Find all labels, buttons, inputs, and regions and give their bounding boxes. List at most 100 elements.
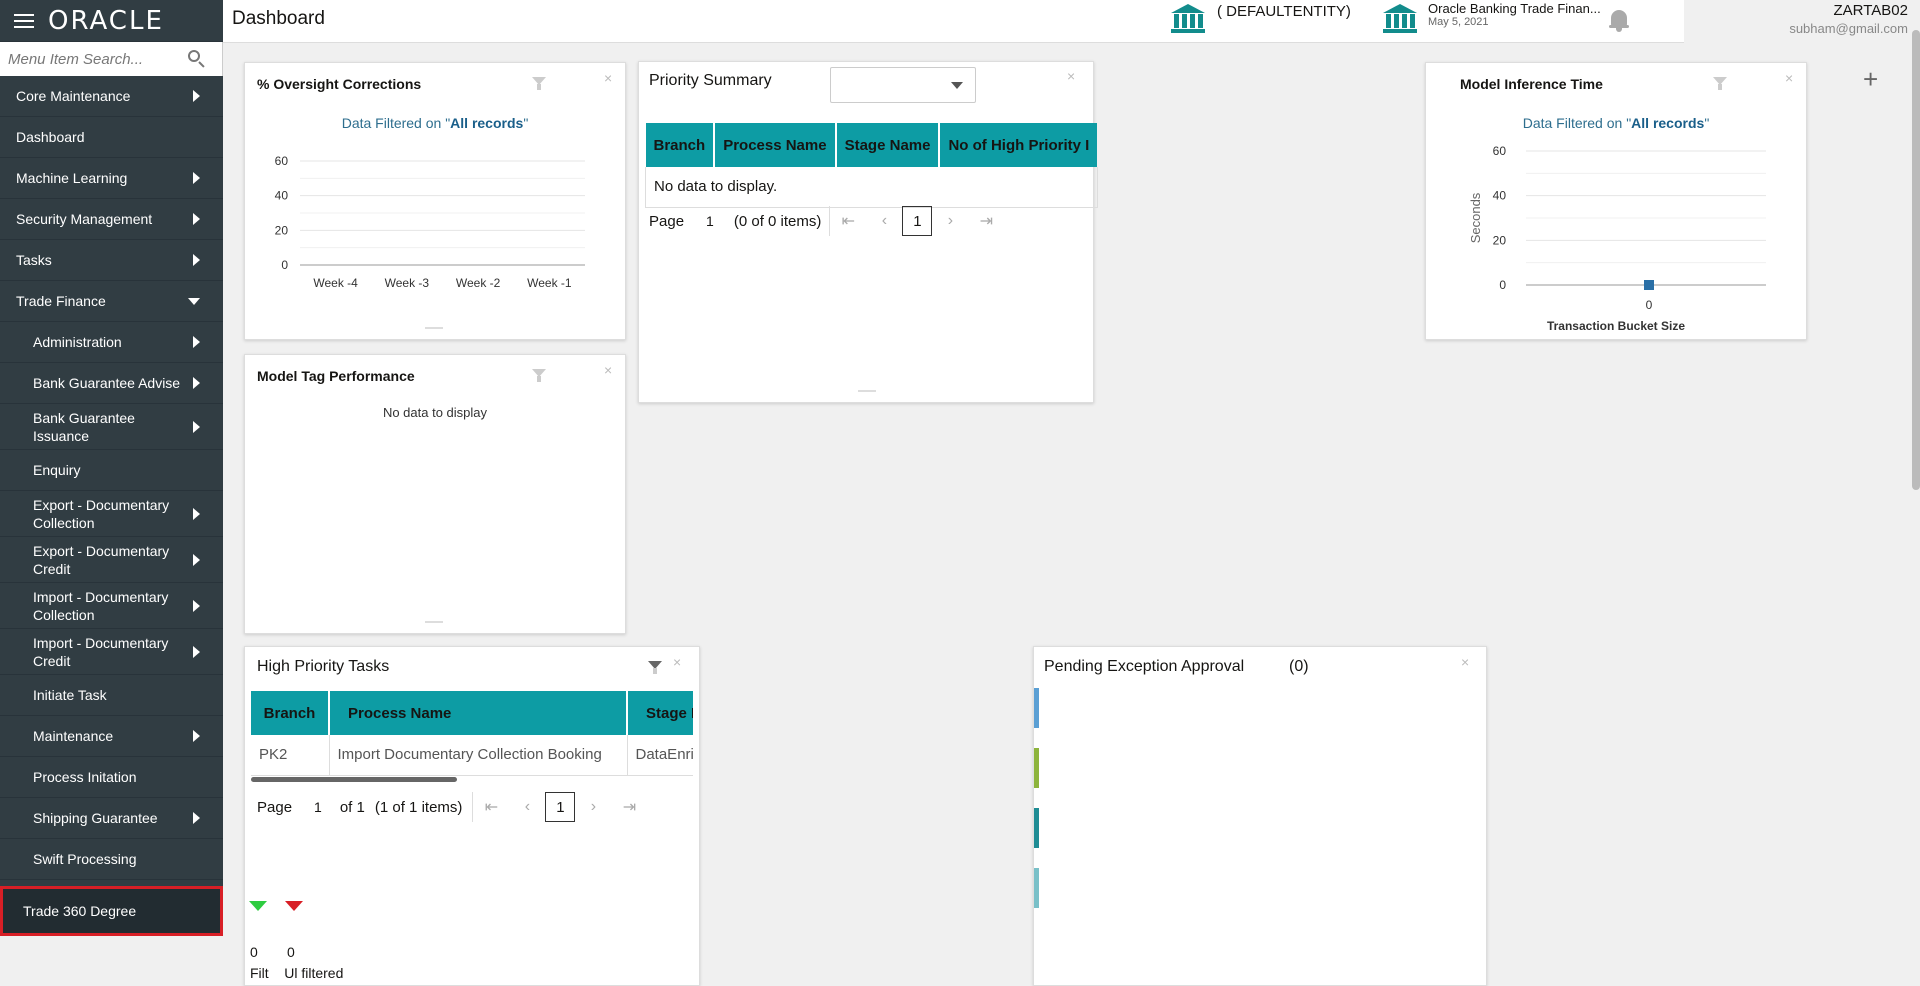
sidebar-item-label: Bank Guarantee Advise: [33, 374, 180, 392]
chevron-right-icon: [193, 421, 200, 433]
sidebar-item-import-documentary-credit[interactable]: Import - Documentary Credit: [0, 629, 223, 675]
resize-handle[interactable]: [425, 327, 443, 329]
sidebar-item-enquiry[interactable]: Enquiry: [0, 450, 223, 491]
horizontal-scrollbar[interactable]: [251, 777, 457, 782]
sidebar-item-label: Import - Documentary Credit: [33, 634, 183, 670]
sidebar-item-import-documentary-collection[interactable]: Import - Documentary Collection: [0, 583, 223, 629]
sidebar-item-label: Import - Documentary Collection: [33, 588, 183, 624]
filter-suffix: ": [1704, 115, 1709, 131]
sidebar-item-label: Shipping Guarantee: [33, 809, 158, 827]
red-filter-icon[interactable]: [285, 901, 303, 911]
filter-icon[interactable]: [532, 77, 546, 85]
chevron-right-icon: [193, 377, 200, 389]
last-page-icon[interactable]: ⇥: [611, 797, 647, 817]
close-icon[interactable]: ×: [673, 654, 681, 670]
column-header-process-name[interactable]: Process Name: [714, 123, 835, 167]
no-data-message: No data to display: [245, 405, 625, 420]
brand-bar: ORACLE: [0, 0, 223, 42]
bank-icon[interactable]: [1171, 4, 1205, 34]
first-page-icon[interactable]: ⇤: [830, 211, 866, 231]
next-page-icon[interactable]: ›: [575, 798, 611, 816]
menu-search: [0, 42, 223, 76]
filter-icon[interactable]: [1713, 77, 1727, 85]
sidebar-item-label: Administration: [33, 333, 122, 351]
close-icon[interactable]: ×: [604, 70, 612, 86]
page-vertical-scrollbar[interactable]: [1912, 30, 1920, 490]
column-header-branch[interactable]: Branch: [251, 691, 329, 735]
hamburger-menu-icon[interactable]: [14, 14, 34, 28]
sidebar-item-bank-guarantee-issuance[interactable]: Bank Guarantee Issuance: [0, 404, 223, 450]
x-tick-label: Week -2: [456, 276, 501, 290]
sidebar-item-initiate-task[interactable]: Initiate Task: [0, 675, 223, 716]
app-name[interactable]: Oracle Banking Trade Finan...: [1428, 1, 1601, 16]
column-header-stage-name[interactable]: Stage Name: [836, 123, 940, 167]
bell-icon[interactable]: [1609, 8, 1629, 32]
sidebar-item-administration[interactable]: Administration: [0, 322, 223, 363]
table-row[interactable]: PK2 Import Documentary Collection Bookin…: [251, 735, 693, 775]
filter-icon[interactable]: [648, 661, 662, 669]
previous-page-icon[interactable]: ‹: [509, 798, 545, 816]
chevron-right-icon: [193, 554, 200, 566]
sidebar-item-swift-processing[interactable]: Swift Processing: [0, 839, 223, 880]
current-page-button[interactable]: 1: [902, 206, 932, 236]
sidebar-item-shipping-guarantee[interactable]: Shipping Guarantee: [0, 798, 223, 839]
close-icon[interactable]: ×: [1461, 654, 1469, 670]
widget-title: Pending Exception Approval: [1044, 658, 1244, 676]
widget-title: Model Inference Time: [1460, 76, 1603, 92]
page-label: Page: [257, 799, 292, 816]
sidebar-item-security-management[interactable]: Security Management: [0, 199, 223, 240]
sidebar-item-trade-finance[interactable]: Trade Finance: [0, 281, 223, 322]
sidebar-item-export-documentary-credit[interactable]: Export - Documentary Credit: [0, 537, 223, 583]
status-bar-1: [1034, 688, 1039, 728]
sidebar-item-core-maintenance[interactable]: Core Maintenance: [0, 76, 223, 117]
sidebar-nav: Core Maintenance Dashboard Machine Learn…: [0, 76, 223, 936]
sidebar-item-maintenance[interactable]: Maintenance: [0, 716, 223, 757]
page-number-input[interactable]: 1: [314, 799, 322, 815]
page-number-input[interactable]: 1: [706, 213, 714, 229]
sidebar-item-bank-guarantee-advise[interactable]: Bank Guarantee Advise: [0, 363, 223, 404]
first-page-icon[interactable]: ⇤: [473, 797, 509, 817]
x-tick-label: Week -3: [385, 276, 430, 290]
entity-label[interactable]: ( DEFAULTENTITY): [1217, 3, 1351, 20]
filter-icon[interactable]: [532, 369, 546, 377]
sidebar-item-export-documentary-collection[interactable]: Export - Documentary Collection: [0, 491, 223, 537]
close-icon[interactable]: ×: [604, 362, 612, 378]
search-icon[interactable]: [188, 50, 206, 68]
sidebar-item-label: Initiate Task: [33, 686, 107, 704]
sidebar-item-machine-learning[interactable]: Machine Learning: [0, 158, 223, 199]
close-icon[interactable]: ×: [1785, 70, 1793, 86]
pending-count: (0): [1289, 658, 1309, 676]
y-tick-label: 40: [1493, 189, 1507, 203]
column-header-high-priority[interactable]: No of High Priority I: [939, 123, 1097, 167]
green-filter-icon[interactable]: [249, 901, 267, 911]
chevron-right-icon: [193, 90, 200, 102]
sidebar-item-label: Core Maintenance: [16, 87, 130, 105]
user-menu[interactable]: ZARTAB02 subham@gmail.com: [1684, 0, 1920, 43]
menu-search-input[interactable]: [8, 51, 188, 68]
sidebar-item-label: Enquiry: [33, 461, 80, 479]
sidebar-item-tasks[interactable]: Tasks: [0, 240, 223, 281]
close-icon[interactable]: ×: [1067, 68, 1075, 84]
widget-title: % Oversight Corrections: [257, 76, 421, 92]
sidebar-item-trade-360-degree[interactable]: Trade 360 Degree: [0, 886, 223, 936]
dashboard-content: % Oversight Corrections × Data Filtered …: [223, 44, 1920, 931]
resize-handle[interactable]: [858, 390, 876, 392]
resize-handle[interactable]: [425, 621, 443, 623]
filter-value: All records: [450, 115, 523, 131]
column-header-process-name[interactable]: Process Name: [329, 691, 627, 735]
next-page-icon[interactable]: ›: [932, 212, 968, 230]
column-header-stage[interactable]: Stage I: [627, 691, 693, 735]
bank-icon[interactable]: [1383, 4, 1417, 34]
sidebar-item-dashboard[interactable]: Dashboard: [0, 117, 223, 158]
items-count: (1 of 1 items): [375, 799, 463, 816]
add-widget-icon[interactable]: +: [1863, 64, 1878, 95]
widget-title: Priority Summary: [649, 72, 772, 90]
priority-filter-select[interactable]: [830, 67, 976, 103]
current-page-button[interactable]: 1: [545, 792, 575, 822]
chevron-right-icon: [193, 172, 200, 184]
no-data-message: No data to display.: [646, 167, 1098, 207]
last-page-icon[interactable]: ⇥: [968, 211, 1004, 231]
previous-page-icon[interactable]: ‹: [866, 212, 902, 230]
sidebar-item-process-initation[interactable]: Process Initation: [0, 757, 223, 798]
column-header-branch[interactable]: Branch: [646, 123, 715, 167]
